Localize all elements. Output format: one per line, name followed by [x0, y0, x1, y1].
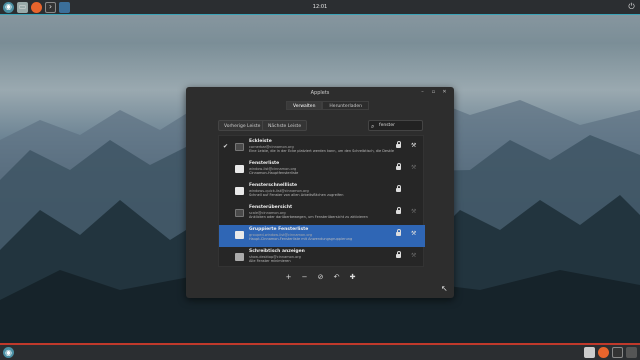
tab-bar: Verwalten Herunterladen [286, 101, 369, 110]
lock-icon [396, 229, 401, 236]
applet-name: Schreibtisch anzeigen [249, 249, 305, 254]
applet-desc: Haupt-Cinnamon-Fensterliste mit Anwendun… [249, 237, 353, 241]
applet-name: Fensterschnellliste [249, 183, 298, 188]
applet-toolbar: + − ⊘ ↶ ✚ [282, 272, 359, 283]
applets-window: Applets – ▫ ✕ Verwalten Herunterladen Vo… [186, 87, 454, 298]
applet-desc: Eine Leiste, die in der Ecke platziert w… [249, 149, 394, 153]
applet-list: ✔ Eckleiste cornerbar@cinnamon.org Eine … [218, 135, 425, 269]
lock-icon [396, 185, 401, 192]
list-item[interactable]: ✔ Eckleiste cornerbar@cinnamon.org Eine … [219, 137, 425, 159]
list-item[interactable]: Fensterübersicht scale@cinnamon.org Ankl… [219, 203, 425, 225]
terminal-icon[interactable] [612, 347, 623, 358]
titlebar[interactable]: Applets – ▫ ✕ [186, 87, 454, 98]
search-input[interactable]: ⌕ fenster [368, 120, 423, 131]
desktop-icon [235, 253, 244, 261]
applet-desc: Schnell auf Fenster von allen Arbeitsflä… [249, 193, 344, 197]
disable-button[interactable]: ⊘ [314, 272, 327, 283]
list-item[interactable]: Fensterschnellliste windows-quick-list@c… [219, 181, 425, 203]
bottom-panel: ◉ [0, 343, 640, 360]
list-item-selected[interactable]: Gruppierte Fensterliste grouped-window-l… [219, 225, 425, 247]
mouse-cursor-icon: ↖ [441, 284, 448, 293]
window-icon [235, 231, 244, 239]
applet-desc: Cinnamon-Hauptfensterliste [249, 171, 299, 175]
screen-icon [235, 143, 244, 151]
search-value: fenster [379, 123, 395, 128]
power-icon[interactable]: ⏻ [626, 2, 637, 13]
applet-name: Fensterliste [249, 161, 280, 166]
minimize-button[interactable]: – [419, 89, 426, 96]
configure-icon[interactable]: ⚒ [411, 230, 416, 237]
lock-icon [396, 141, 401, 148]
lock-icon [396, 251, 401, 258]
install-button[interactable]: ✚ [346, 272, 359, 283]
check-icon: ✔ [223, 143, 229, 150]
lock-icon [396, 207, 401, 214]
menu-icon[interactable]: ◉ [3, 347, 14, 358]
window-icon [235, 187, 244, 195]
applet-desc: Alle Fenster minimieren [249, 259, 291, 263]
window-title: Applets [310, 89, 330, 96]
configure-icon: ⚒ [411, 164, 417, 171]
close-button[interactable]: ✕ [441, 89, 448, 96]
applet-icon[interactable] [626, 347, 637, 358]
maximize-button[interactable]: ▫ [430, 89, 437, 96]
configure-icon: ⚒ [411, 208, 417, 215]
remove-button[interactable]: − [298, 272, 311, 283]
scale-icon [235, 209, 244, 217]
configure-icon: ⚒ [411, 252, 417, 259]
applet-name: Eckleiste [249, 139, 272, 144]
next-panel-button[interactable]: Nächste Leiste [262, 120, 308, 131]
list-item[interactable]: Schreibtisch anzeigen show-desktop@cinna… [219, 247, 425, 269]
add-button[interactable]: + [282, 272, 295, 283]
configure-icon[interactable]: ⚒ [411, 142, 416, 149]
applet-name: Gruppierte Fensterliste [249, 227, 309, 232]
restore-button[interactable]: ↶ [330, 272, 343, 283]
window-icon [235, 165, 244, 173]
applet-desc: Anklicken oder darüberbewegen, um Fenste… [249, 215, 368, 219]
top-panel: ◉ ▭ › 12:01 ⏻ [0, 0, 640, 15]
search-icon: ⌕ [371, 123, 375, 130]
applet-name: Fensterübersicht [249, 205, 293, 210]
tab-manage[interactable]: Verwalten [286, 101, 323, 110]
tab-download[interactable]: Herunterladen [322, 101, 369, 110]
files-icon[interactable] [584, 347, 595, 358]
lock-icon [396, 163, 401, 170]
firefox-icon[interactable] [598, 347, 609, 358]
prev-panel-button[interactable]: Vorherige Leiste [218, 120, 267, 131]
clock[interactable]: 12:01 [0, 4, 640, 10]
list-item[interactable]: Fensterliste window-list@cinnamon.org Ci… [219, 159, 425, 181]
